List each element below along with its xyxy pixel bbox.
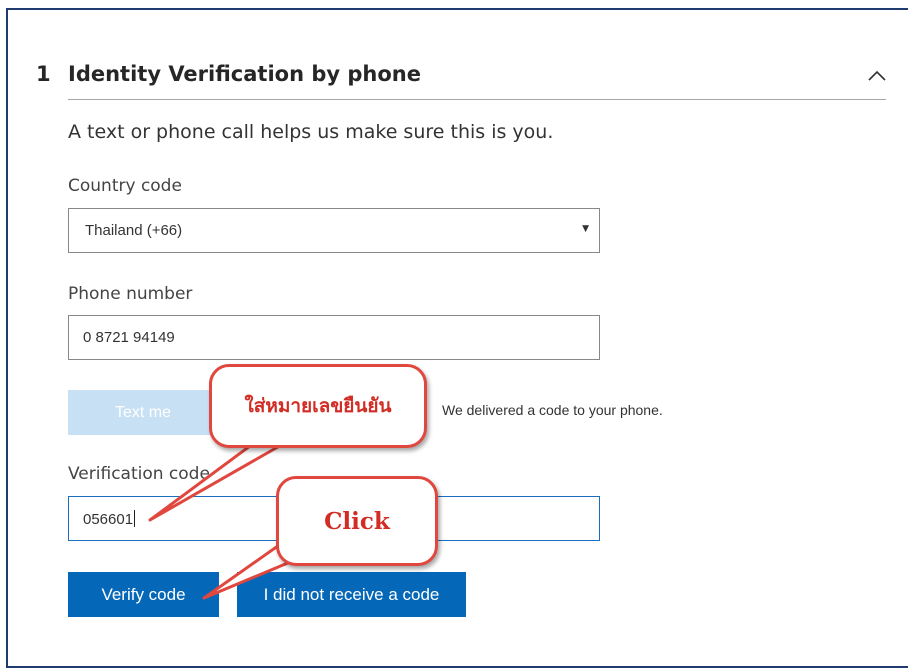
delivery-status-text: We delivered a code to your phone. — [442, 402, 663, 418]
click-callout: Click — [276, 476, 438, 566]
country-code-value: Thailand (+66) — [85, 222, 183, 239]
dropdown-caret-icon: ▼ — [582, 224, 589, 234]
section-title: Identity Verification by phone — [68, 62, 421, 86]
text-me-label: Text me — [114, 403, 171, 421]
intro-text: A text or phone call helps us make sure … — [68, 121, 554, 143]
click-callout-text: Click — [324, 507, 390, 535]
text-cursor — [134, 510, 136, 527]
did-not-receive-code-label: I did not receive a code — [263, 584, 440, 604]
phone-number-label: Phone number — [68, 284, 193, 304]
verify-code-button[interactable]: Verify code — [68, 572, 219, 617]
enter-code-callout: ใส่หมายเลขยืนยัน — [209, 364, 427, 448]
country-code-select[interactable]: Thailand (+66) ▼ — [68, 208, 600, 253]
text-me-button[interactable]: Text me — [68, 390, 218, 435]
chevron-up-icon — [868, 70, 886, 81]
enter-code-callout-text: ใส่หมายเลขยืนยัน — [244, 395, 392, 417]
country-code-label: Country code — [68, 176, 182, 196]
did-not-receive-code-button[interactable]: I did not receive a code — [237, 572, 466, 617]
section-divider — [68, 99, 886, 100]
phone-number-input[interactable]: 0 8721 94149 — [68, 315, 600, 360]
collapse-section-button[interactable] — [864, 62, 890, 90]
verify-code-label: Verify code — [101, 584, 186, 604]
phone-number-value: 0 8721 94149 — [83, 329, 175, 346]
verification-code-label: Verification code — [68, 464, 210, 484]
section-number: 1 — [36, 62, 51, 86]
verification-code-value: 056601 — [83, 511, 134, 528]
